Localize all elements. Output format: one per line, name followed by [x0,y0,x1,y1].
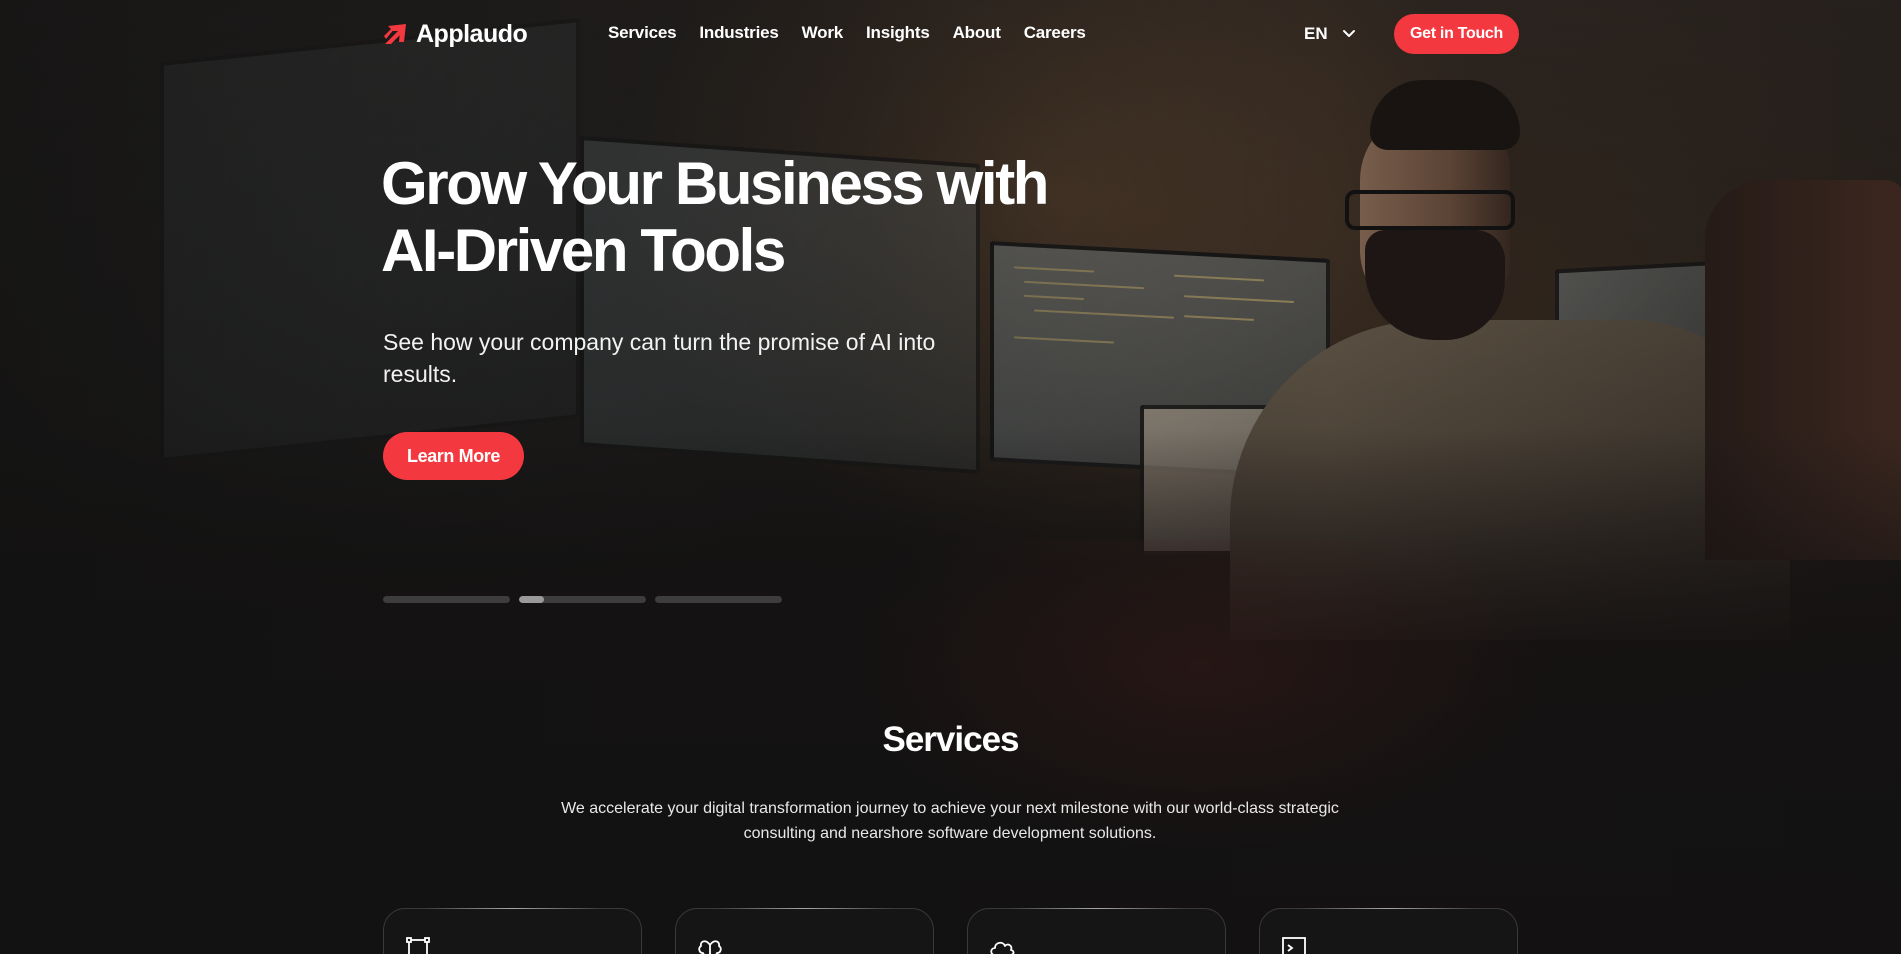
logo[interactable]: Applaudo [382,18,528,50]
language-label: EN [1304,24,1328,43]
hero-title-line: AI-Driven Tools [381,217,786,284]
page: Applaudo Services Industries Work Insigh… [0,0,1901,954]
service-cards [383,908,1519,954]
get-in-touch-button[interactable]: Get in Touch [1394,14,1519,54]
hero-title-line: Grow Your Business with [381,150,1049,217]
services-heading: Services [882,720,1019,759]
service-card[interactable] [1259,908,1518,954]
services-description: We accelerate your digital transformatio… [561,800,1339,842]
logo-text: Applaudo [416,19,528,48]
terminal-icon [1282,937,1306,954]
main-menu: Services Industries Work Insights About … [608,20,1086,46]
hero-title: Grow Your Business with AI-Driven Tools [381,150,1081,284]
vector-nodes-icon [406,937,430,954]
carousel-indicator-1[interactable] [383,596,510,603]
carousel-indicators [383,596,782,604]
hero-subtitle: See how your company can turn the promis… [383,329,936,387]
carousel-indicator-3[interactable] [655,596,782,603]
nav-link-industries[interactable]: Industries [699,23,778,43]
nav-link-services[interactable]: Services [608,23,677,43]
nav-link-about[interactable]: About [953,23,1001,43]
nav-link-insights[interactable]: Insights [866,23,930,43]
applaudo-logo-icon [384,24,406,44]
nav-link-careers[interactable]: Careers [1024,23,1086,43]
brain-icon [698,940,722,954]
cloud-icon [990,941,1015,954]
learn-more-button[interactable]: Learn More [383,432,524,480]
indicator-progress [519,596,545,603]
service-card[interactable] [967,908,1226,954]
service-card[interactable] [383,908,642,954]
chevron-down-icon [1342,30,1355,37]
service-card[interactable] [675,908,934,954]
nav-link-work[interactable]: Work [802,23,844,43]
language-selector[interactable]: EN [1304,21,1356,47]
top-navigation: Applaudo Services Industries Work Insigh… [0,0,1901,68]
carousel-indicator-2[interactable] [519,596,646,603]
